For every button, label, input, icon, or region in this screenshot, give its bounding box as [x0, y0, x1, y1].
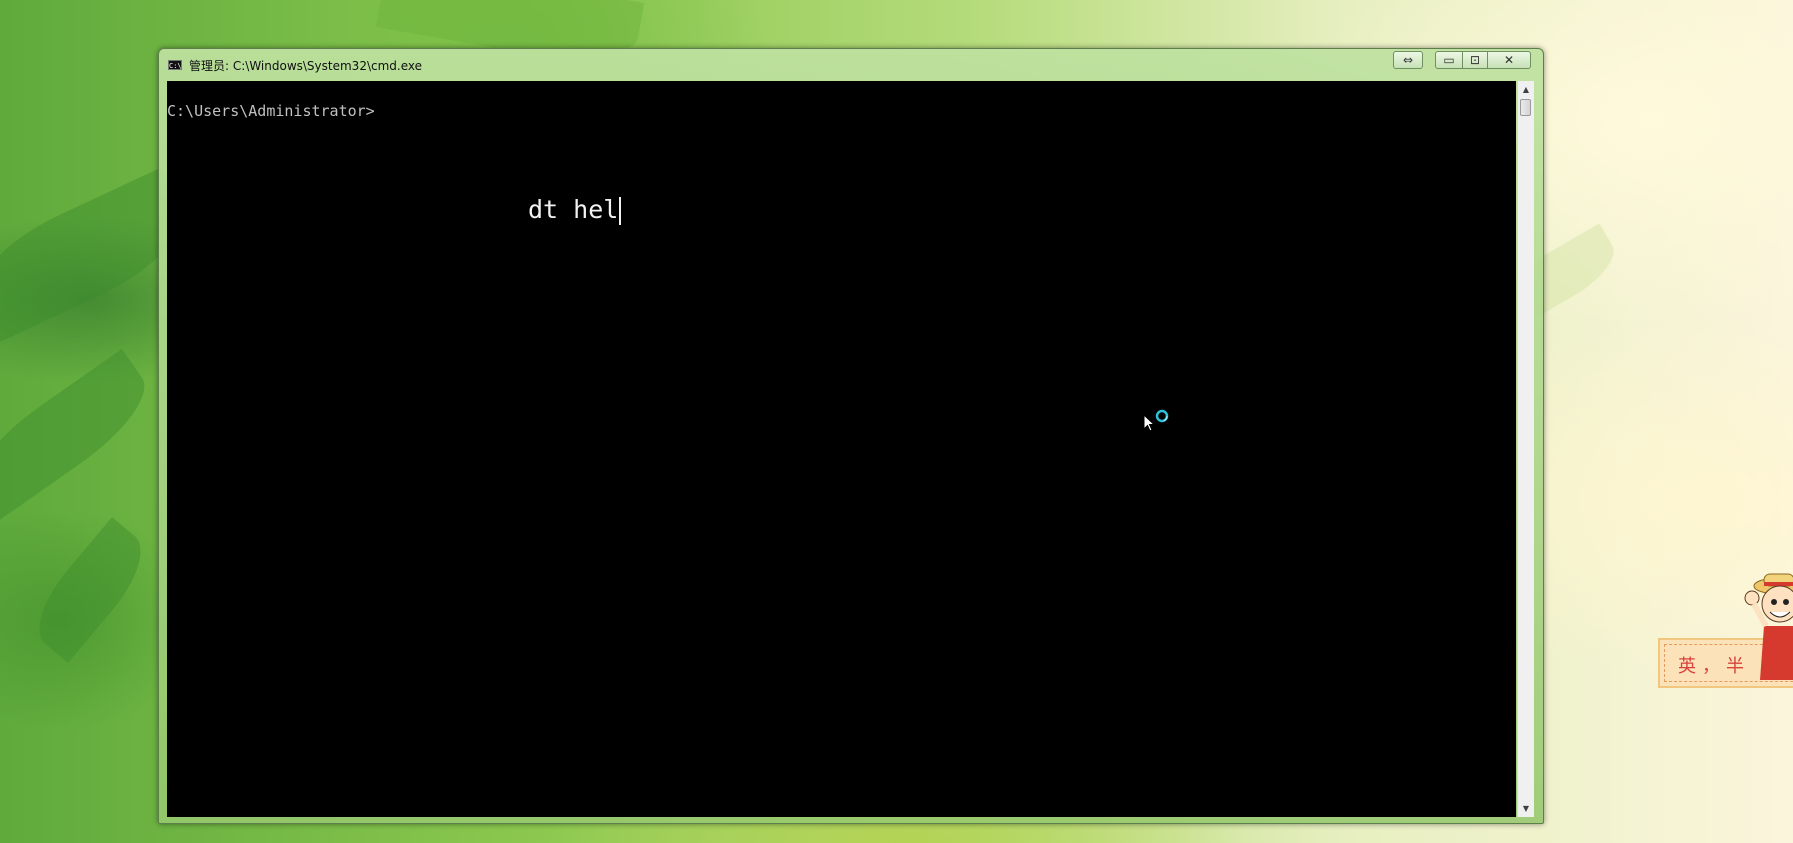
console-output[interactable]: C:\Users\Administrator> dt hel	[167, 81, 1516, 817]
typed-command-text: dt hel	[528, 195, 619, 224]
cmd-icon[interactable]: C:\	[168, 60, 182, 70]
wallpaper-leaf	[0, 348, 162, 522]
close-button[interactable]: ✕	[1487, 51, 1531, 69]
window-title: 管理员: C:\Windows\System32\cmd.exe	[189, 59, 422, 73]
scroll-thumb[interactable]	[1520, 99, 1531, 116]
scroll-down-arrow[interactable]: ▼	[1518, 800, 1534, 817]
desktop-wallpaper: C:\ 管理员: C:\Windows\System32\cmd.exe ⇔ ▭…	[0, 0, 1793, 843]
command-prompt: C:\Users\Administrator>	[167, 102, 375, 120]
text-caret	[619, 197, 622, 225]
title-bar[interactable]: C:\ 管理员: C:\Windows\System32\cmd.exe ⇔ ▭…	[159, 49, 1543, 79]
minimize-button[interactable]: ▭	[1435, 51, 1463, 69]
resize-button[interactable]: ⇔	[1393, 51, 1423, 69]
scroll-up-arrow[interactable]: ▲	[1518, 81, 1534, 98]
maximize-button[interactable]: ⊡	[1462, 51, 1488, 69]
busy-cursor-icon	[1143, 409, 1169, 432]
mascot-icon[interactable]	[1740, 570, 1793, 680]
cmd-window[interactable]: C:\ 管理员: C:\Windows\System32\cmd.exe ⇔ ▭…	[158, 48, 1544, 824]
typed-command: dt hel	[528, 195, 622, 225]
vertical-scrollbar[interactable]: ▲ ▼	[1517, 81, 1534, 817]
wallpaper-leaf	[22, 517, 158, 663]
